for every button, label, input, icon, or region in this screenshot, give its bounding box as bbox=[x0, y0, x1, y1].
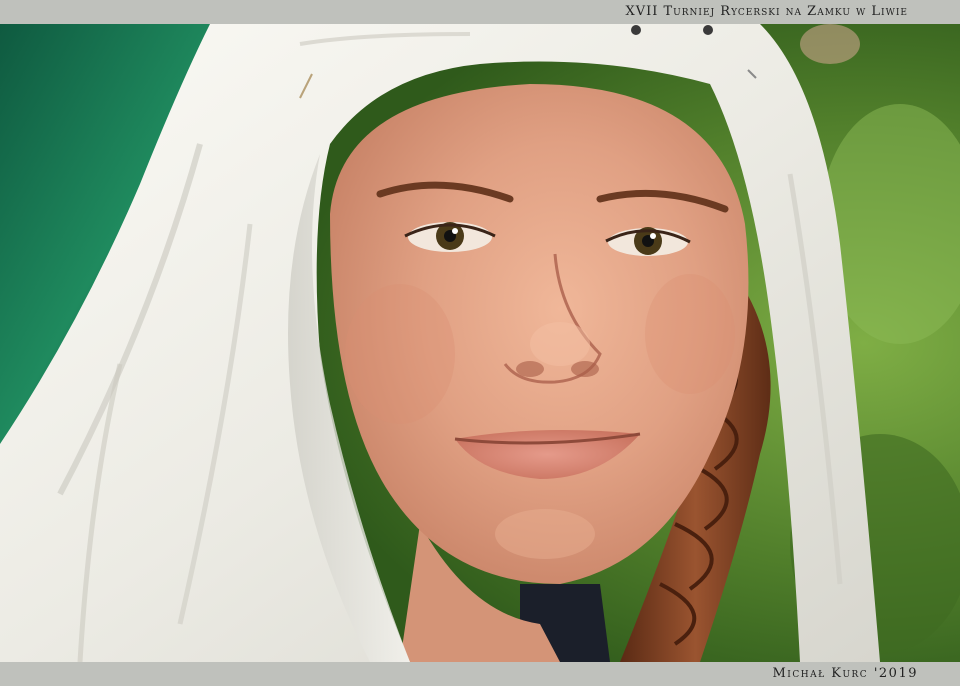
portrait-photo bbox=[0, 24, 960, 662]
photo-frame: XVII Turniej Rycerski na Zamku w Liwie M… bbox=[0, 0, 960, 686]
photo-title-caption: XVII Turniej Rycerski na Zamku w Liwie bbox=[625, 4, 908, 19]
portrait-illustration bbox=[0, 24, 960, 662]
photo-credit-caption: Michał Kurc '2019 bbox=[772, 666, 918, 681]
